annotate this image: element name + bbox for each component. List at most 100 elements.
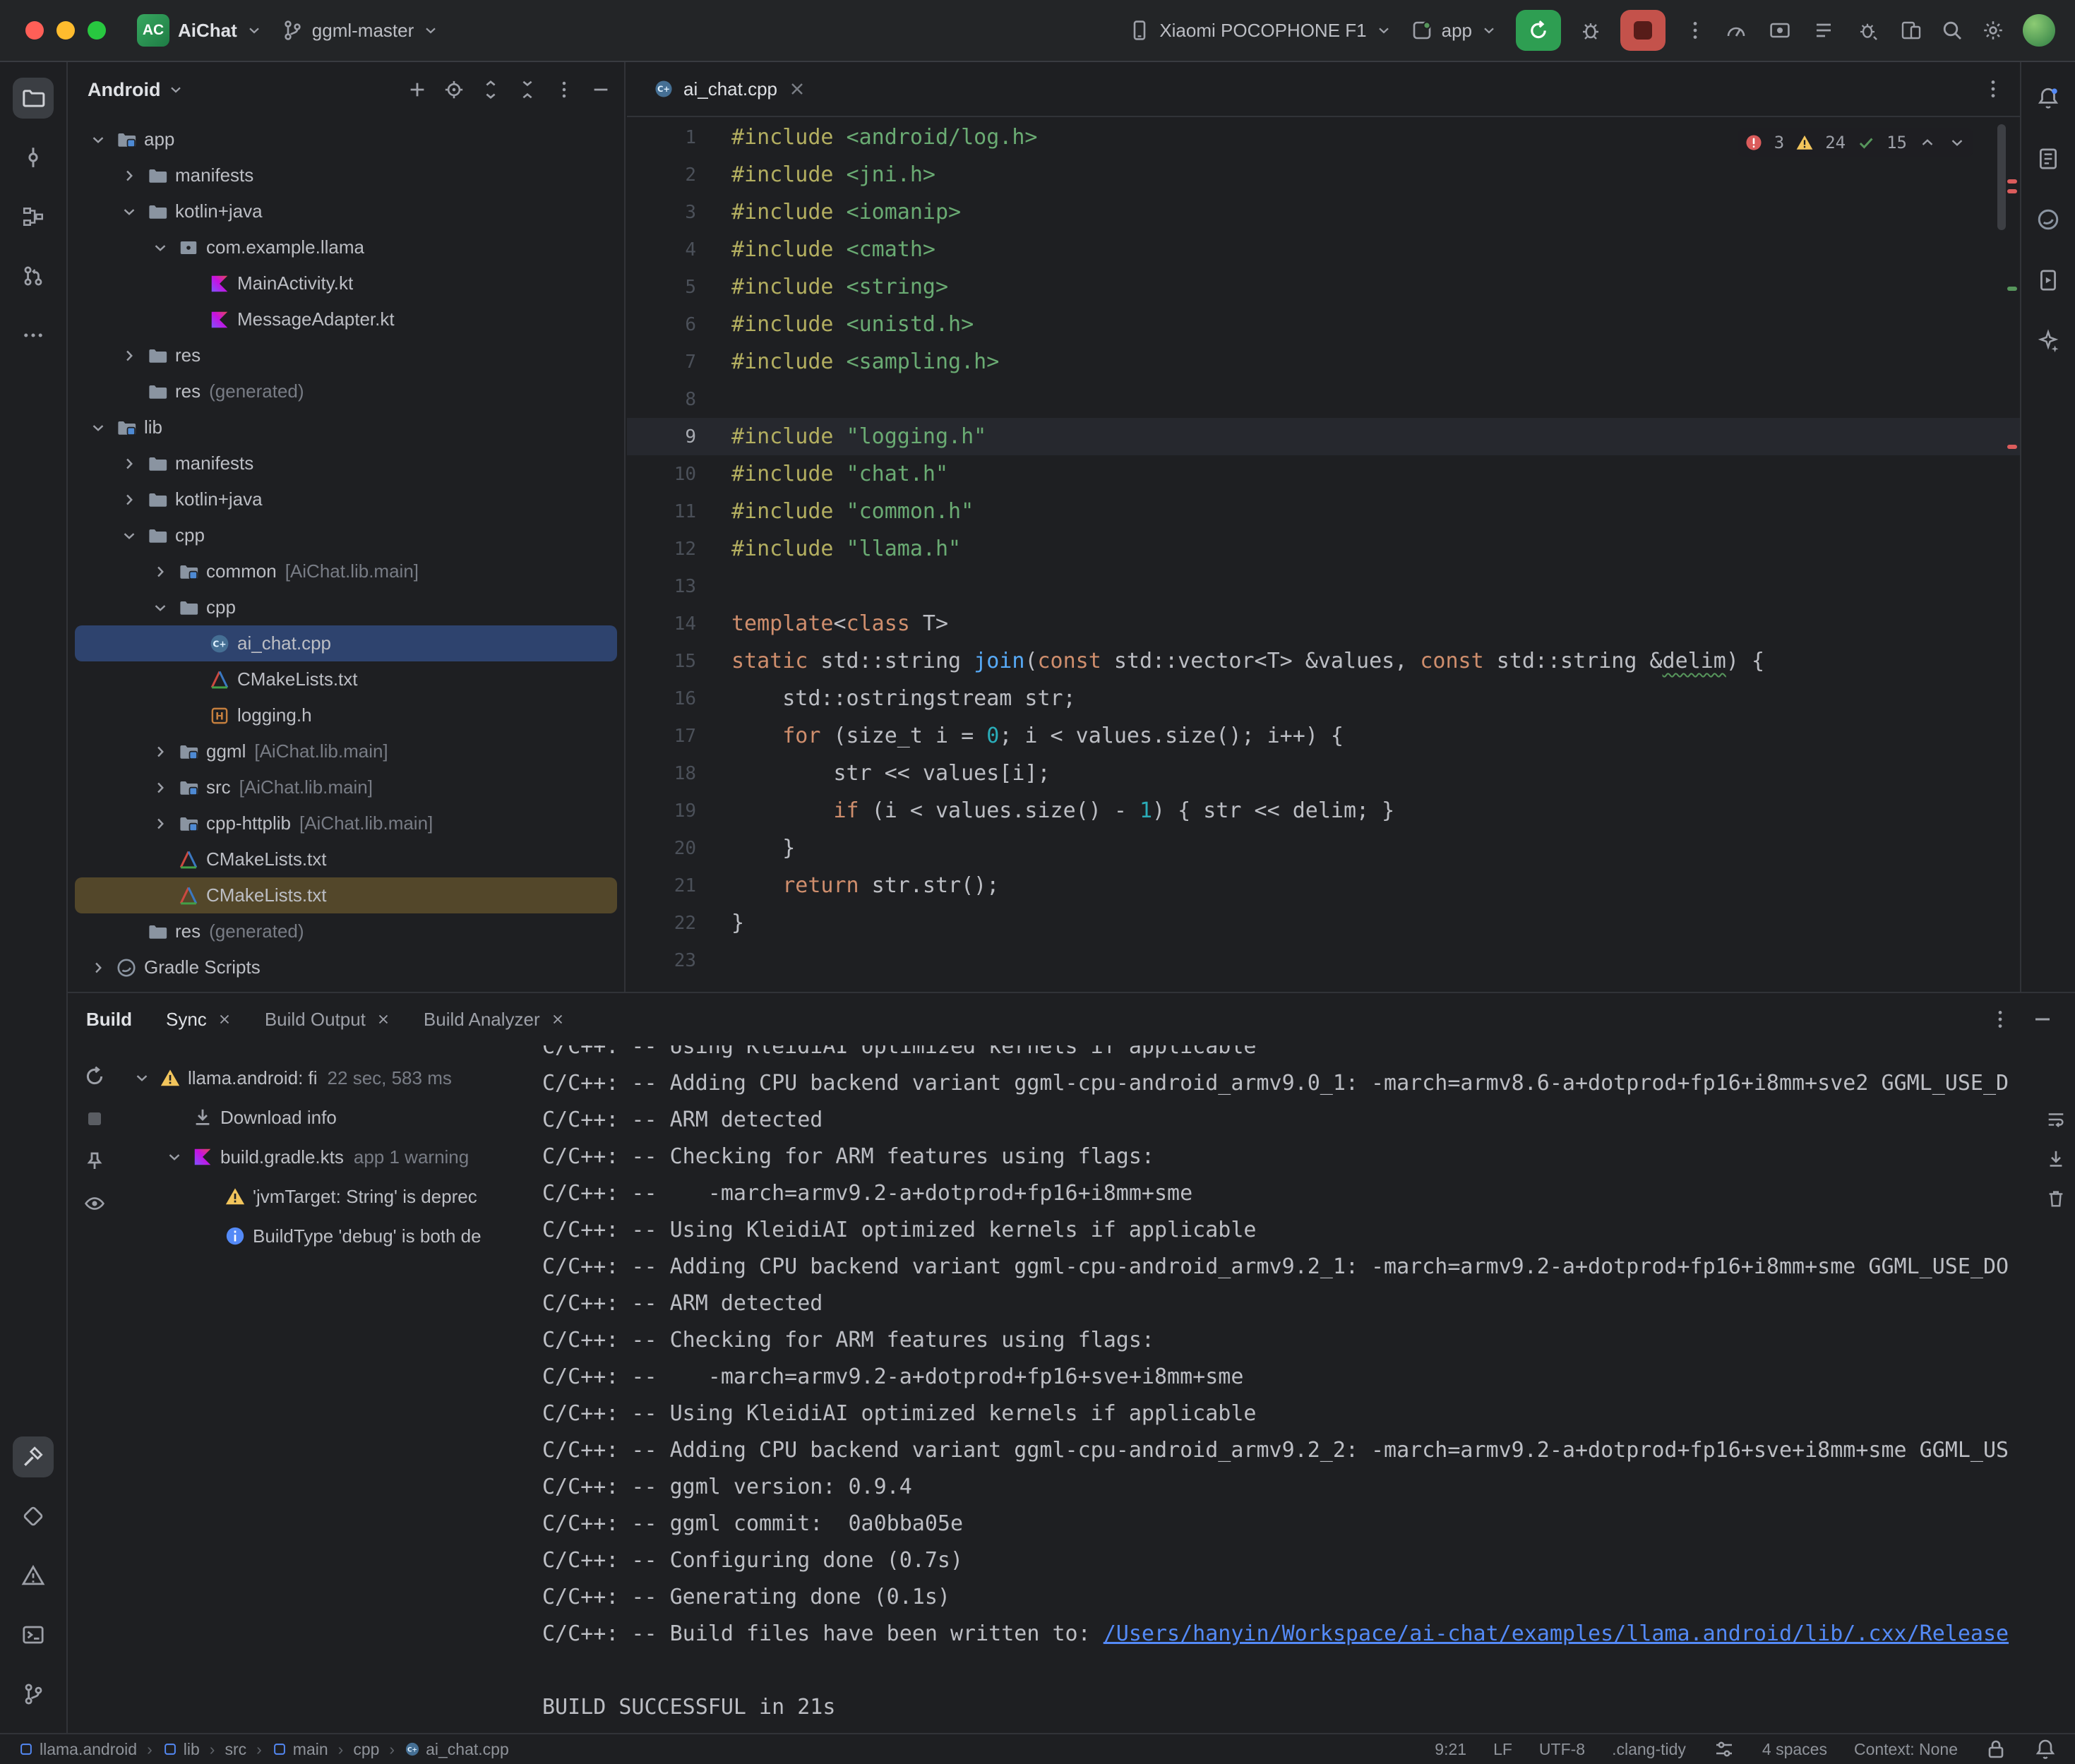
code-editor[interactable]: 1#include <android/log.h>2#include <jni.…	[627, 119, 2020, 992]
tree-item-kotlin-java[interactable]: kotlin+java	[75, 481, 617, 517]
screen-record-button[interactable]	[1769, 19, 1791, 42]
tree-item-res[interactable]: res(generated)	[75, 373, 617, 409]
editor-tab[interactable]: C+ ai_chat.cpp	[642, 62, 818, 116]
more-run-actions-button[interactable]	[1684, 19, 1706, 42]
close-tab-icon[interactable]	[376, 1012, 391, 1027]
breadcrumb-item-cpp[interactable]: cpp	[353, 1740, 379, 1759]
kebab-icon[interactable]	[1989, 1008, 2011, 1031]
search-button[interactable]	[1941, 19, 1963, 42]
tree-item-common[interactable]: common[AiChat.lib.main]	[75, 553, 617, 589]
status-9-21[interactable]: 9:21	[1435, 1740, 1466, 1759]
tree-item-cpp[interactable]: cpp	[75, 517, 617, 553]
build-console[interactable]: C/C++: -- Using KleidiAI optimized kerne…	[538, 1045, 2075, 1733]
status-lf[interactable]: LF	[1493, 1740, 1512, 1759]
chevron-down-icon[interactable]	[85, 131, 112, 149]
chevron-right-icon[interactable]	[147, 743, 174, 761]
chevron-down-icon[interactable]	[161, 1148, 188, 1166]
tree-item-cmakelists-txt[interactable]: CMakeLists.txt	[75, 877, 617, 913]
profiler-button[interactable]	[1725, 19, 1747, 42]
previous-issue-icon[interactable]	[1918, 133, 1937, 152]
chevron-down-icon[interactable]	[116, 527, 143, 545]
tree-item-logging-h[interactable]: Hlogging.h	[75, 697, 617, 733]
chevron-down-icon[interactable]	[116, 203, 143, 221]
breadcrumb-item-ai-chat-cpp[interactable]: C+ai_chat.cpp	[405, 1740, 509, 1759]
vcs-branch-widget[interactable]: ggml-master	[281, 19, 439, 42]
tree-item-gradle-scripts[interactable]: Gradle Scripts	[75, 949, 617, 985]
device-selector[interactable]: Xiaomi POCOPHONE F1	[1128, 19, 1392, 42]
chevron-down-icon[interactable]	[128, 1069, 155, 1087]
tool-gradle-button[interactable]	[2028, 199, 2069, 240]
scroll-end-icon[interactable]	[2045, 1148, 2067, 1170]
tree-item-lib[interactable]: lib	[75, 409, 617, 445]
expand-all-icon[interactable]	[480, 79, 501, 100]
tool-more-button[interactable]	[13, 315, 54, 356]
tree-item-kotlin-java[interactable]: kotlin+java	[75, 193, 617, 229]
sliders-icon[interactable]	[1713, 1738, 1735, 1760]
tool-project-button[interactable]	[13, 78, 54, 119]
tree-item-manifests[interactable]: manifests	[75, 157, 617, 193]
project-view-title[interactable]: Android	[88, 79, 160, 101]
chevron-right-icon[interactable]	[85, 959, 112, 977]
tree-item-app[interactable]: app	[75, 121, 617, 157]
build-tree-item-build-gradle-kts[interactable]: build.gradle.ktsapp 1 warning	[121, 1137, 538, 1177]
trash-icon[interactable]	[2045, 1188, 2067, 1209]
editor-options-icon[interactable]	[1982, 78, 2004, 100]
window-zoom-button[interactable]	[88, 21, 106, 40]
tool-running-devices-button[interactable]	[2028, 260, 2069, 301]
breadcrumb-item-lib[interactable]: lib	[162, 1740, 200, 1759]
bell-icon[interactable]	[2034, 1738, 2057, 1760]
chevron-down-icon[interactable]	[147, 239, 174, 257]
chevron-right-icon[interactable]	[116, 347, 143, 365]
chevron-right-icon[interactable]	[147, 779, 174, 797]
tool-device-explorer-button[interactable]	[2028, 138, 2069, 179]
window-minimize-button[interactable]	[56, 21, 75, 40]
tool-build-button[interactable]	[13, 1436, 54, 1477]
breadcrumb-item-src[interactable]: src	[225, 1740, 246, 1759]
tree-item-cmakelists-txt[interactable]: CMakeLists.txt	[75, 661, 617, 697]
tree-item-cpp-httplib[interactable]: cpp-httplib[AiChat.lib.main]	[75, 805, 617, 841]
minus-icon[interactable]	[590, 79, 611, 100]
tree-item-manifests[interactable]: manifests	[75, 445, 617, 481]
tool-terminal-button[interactable]	[13, 1614, 54, 1655]
chevron-right-icon[interactable]	[147, 815, 174, 833]
build-tab-sync[interactable]: Sync	[166, 1009, 232, 1031]
chevron-down-icon[interactable]	[85, 419, 112, 437]
tool-pull-requests-button[interactable]	[13, 256, 54, 296]
error-stripe[interactable]	[2006, 119, 2019, 992]
status-clang-tidy[interactable]: .clang-tidy	[1612, 1740, 1686, 1759]
tool-ai-assistant-button[interactable]	[2028, 320, 2069, 361]
build-output-path-link[interactable]: /Users/hanyin/Workspace/ai-chat/examples…	[1104, 1621, 2009, 1646]
soft-wrap-icon[interactable]	[2045, 1109, 2067, 1130]
project-widget[interactable]: AC AiChat	[137, 14, 263, 47]
build-tree-item-jvmtarget-string-is-deprec[interactable]: 'jvmTarget: String' is deprec	[121, 1177, 538, 1216]
chevron-right-icon[interactable]	[116, 455, 143, 473]
tree-item-res[interactable]: res(generated)	[75, 913, 617, 949]
run-config-selector[interactable]: app	[1411, 19, 1497, 42]
chevron-right-icon[interactable]	[147, 563, 174, 581]
pin-icon[interactable]	[83, 1150, 106, 1172]
editor-scrollbar[interactable]	[1997, 124, 2006, 230]
minus-icon[interactable]	[2031, 1008, 2054, 1031]
chevron-right-icon[interactable]	[116, 167, 143, 185]
chevron-right-icon[interactable]	[116, 491, 143, 509]
kebab-icon[interactable]	[554, 79, 575, 100]
settings-button[interactable]	[1982, 19, 2004, 42]
tree-item-src[interactable]: src[AiChat.lib.main]	[75, 769, 617, 805]
close-tab-icon[interactable]	[550, 1012, 566, 1027]
attach-debugger-button[interactable]	[1856, 19, 1879, 42]
tool-notifications-button[interactable]	[2028, 78, 2069, 119]
collapse-all-icon[interactable]	[517, 79, 538, 100]
tool-commit-button[interactable]	[13, 137, 54, 178]
tool-version-control-button[interactable]	[13, 1674, 54, 1715]
logcat-button[interactable]	[1812, 19, 1835, 42]
inspections-widget[interactable]: 3 24 15	[1738, 128, 1973, 157]
next-issue-icon[interactable]	[1948, 133, 1966, 152]
status-context-none[interactable]: Context: None	[1854, 1740, 1958, 1759]
chevron-down-icon[interactable]	[167, 81, 184, 98]
status-4-spaces[interactable]: 4 spaces	[1762, 1740, 1827, 1759]
tool-structure-button[interactable]	[13, 196, 54, 237]
window-close-button[interactable]	[25, 21, 44, 40]
tree-item-res[interactable]: res	[75, 337, 617, 373]
run-button[interactable]	[1516, 10, 1561, 51]
tree-item-cpp[interactable]: cpp	[75, 589, 617, 625]
